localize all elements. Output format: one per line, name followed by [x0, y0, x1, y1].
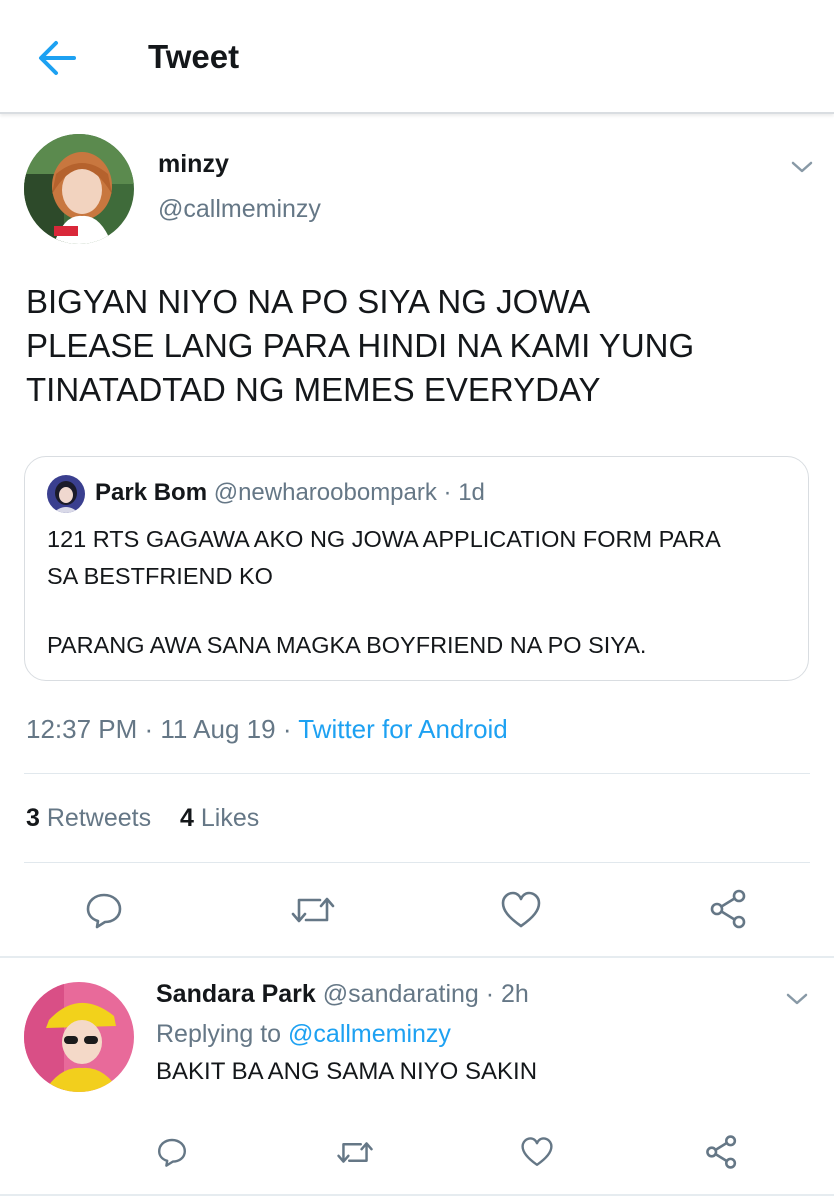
separator: ·	[137, 714, 161, 744]
retweets-count: 3	[26, 804, 40, 832]
divider	[24, 773, 810, 774]
reply-header: Sandara Park @sandarating · 2h	[156, 980, 529, 1009]
reply-author-name[interactable]: Sandara Park	[156, 980, 316, 1008]
separator: ·	[275, 714, 299, 744]
tweet-text-line: TINATADTAD NG MEMES EVERYDAY	[26, 371, 601, 408]
quoted-author-name: Park Bom	[95, 479, 208, 506]
quoted-text-line	[47, 595, 797, 627]
quoted-tweet[interactable]: Park Bom @newharoobompark · 1d 121 RTS G…	[24, 456, 809, 681]
like-icon[interactable]	[520, 1136, 554, 1168]
quoted-author-handle: @newharoobompark	[213, 479, 437, 506]
section-divider	[0, 1194, 834, 1196]
retweets-label: Retweets	[46, 804, 152, 832]
page-title: Tweet	[148, 38, 240, 75]
quoted-text: 121 RTS GAGAWA AKO NG JOWA APPLICATION F…	[47, 521, 797, 664]
mention-link[interactable]: @callmeminzy	[288, 1020, 451, 1048]
quoted-text-line: SA BESTFRIEND KO	[47, 563, 273, 589]
author-name[interactable]: minzy	[158, 150, 229, 179]
replying-to-label: Replying to	[156, 1020, 282, 1048]
quoted-time: 1d	[458, 479, 485, 506]
arrow-left-icon[interactable]	[36, 38, 78, 78]
chevron-down-icon[interactable]	[784, 990, 810, 1008]
reply-author-handle[interactable]: @sandarating	[323, 980, 479, 1008]
retweets-stat[interactable]: 3 Retweets	[26, 804, 151, 832]
avatar[interactable]	[24, 134, 134, 244]
separator: ·	[478, 980, 502, 1008]
separator: ·	[436, 479, 459, 506]
tweet-date: 11 Aug 19	[160, 714, 276, 744]
author-handle[interactable]: @callmeminzy	[158, 195, 321, 224]
likes-stat[interactable]: 4 Likes	[180, 804, 259, 832]
retweet-icon[interactable]	[336, 1136, 374, 1169]
quoted-text-line: PARANG AWA SANA MAGKA BOYFRIEND NA PO SI…	[47, 632, 647, 658]
divider	[24, 862, 810, 863]
tweet-time: 12:37 PM	[26, 714, 138, 744]
tweet-text-line: BIGYAN NIYO NA PO SIYA NG JOWA	[26, 283, 591, 320]
tweet-source-link[interactable]: Twitter for Android	[298, 714, 508, 744]
chevron-down-icon[interactable]	[789, 158, 815, 176]
reply-icon[interactable]	[84, 890, 124, 930]
reply-time: 2h	[501, 980, 529, 1008]
share-icon[interactable]	[704, 1134, 740, 1170]
top-app-bar: Tweet	[0, 0, 834, 114]
likes-label: Likes	[200, 804, 260, 832]
quoted-header: Park Bom @newharoobompark · 1d	[95, 479, 485, 507]
retweet-icon[interactable]	[290, 890, 336, 930]
reply-icon[interactable]	[156, 1136, 188, 1168]
section-divider	[0, 956, 834, 958]
reply-avatar[interactable]	[24, 982, 134, 1092]
tweet-text-line: PLEASE LANG PARA HINDI NA KAMI YUNG	[26, 327, 695, 364]
reply-text: BAKIT BA ANG SAMA NIYO SAKIN	[156, 1058, 538, 1085]
quoted-text-line: 121 RTS GAGAWA AKO NG JOWA APPLICATION F…	[47, 526, 721, 552]
replying-to: Replying to @callmeminzy	[156, 1020, 451, 1049]
tweet-text: BIGYAN NIYO NA PO SIYA NG JOWA PLEASE LA…	[26, 280, 816, 412]
tweet-stats: 3 Retweets 4 Likes	[26, 804, 281, 833]
quoted-avatar[interactable]	[47, 475, 85, 513]
tweet-meta: 12:37 PM · 11 Aug 19 · Twitter for Andro…	[26, 714, 508, 745]
likes-count: 4	[180, 804, 194, 832]
like-icon[interactable]	[500, 890, 542, 930]
share-icon[interactable]	[708, 888, 750, 930]
